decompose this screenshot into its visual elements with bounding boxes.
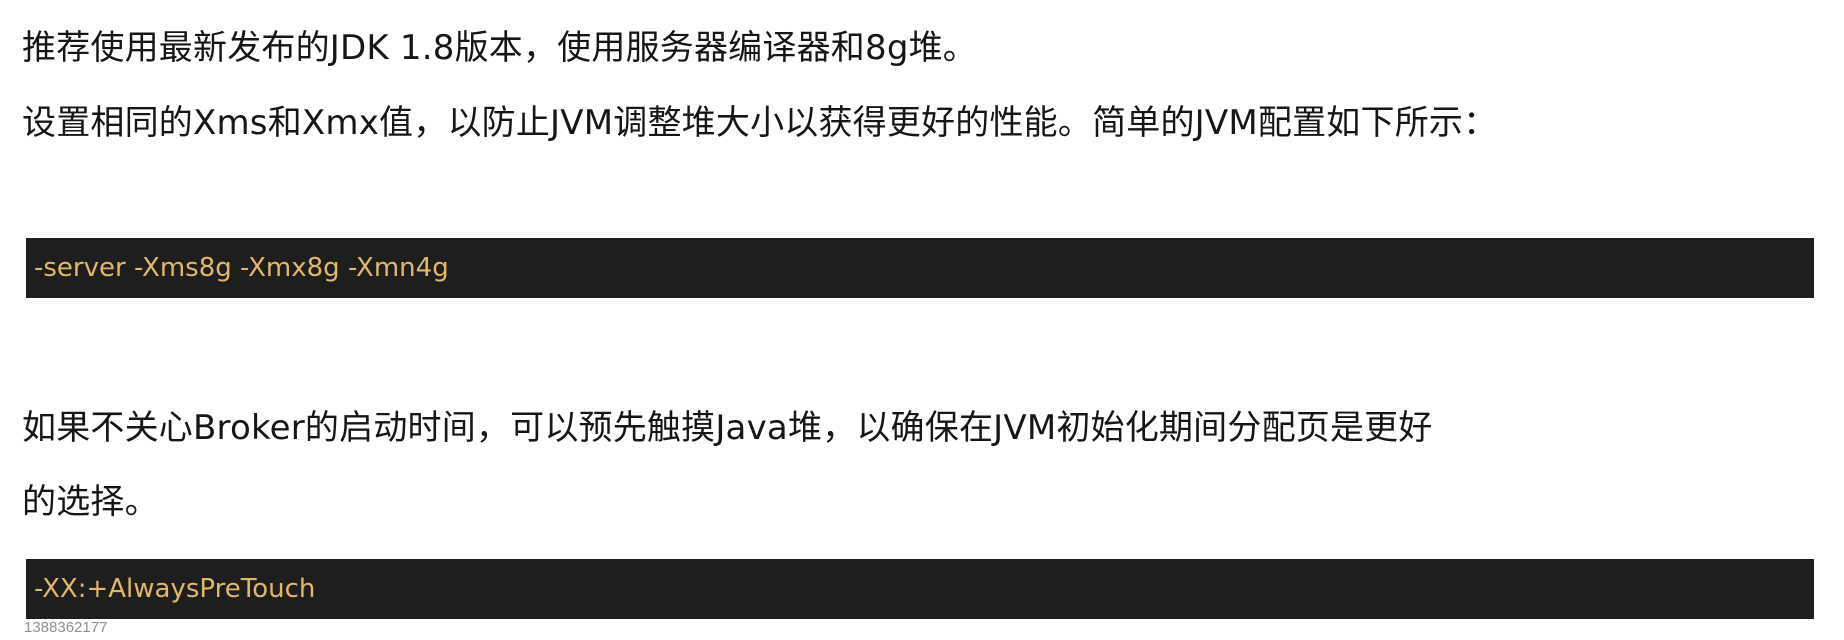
code-pretouch: -XX:+AlwaysPreTouch (34, 574, 316, 604)
watermark-text: 1388362177 (24, 619, 108, 636)
paragraph-xms-xmx: 设置相同的Xms和Xmx值，以防止JVM调整堆大小以获得更好的性能。简单的JVM… (22, 103, 1498, 143)
paragraph-jdk-recommendation: 推荐使用最新发布的JDK 1.8版本，使用服务器编译器和8g堆。 (22, 28, 977, 68)
code-jvm-config: -server -Xms8g -Xmx8g -Xmn4g (34, 253, 449, 283)
code-block-jvm-config: -server -Xms8g -Xmx8g -Xmn4g (26, 238, 1814, 298)
code-block-pretouch: -XX:+AlwaysPreTouch (26, 559, 1814, 619)
paragraph-pretouch: 如果不关心Broker的启动时间，可以预先触摸Java堆，以确保在JVM初始化期… (22, 408, 1433, 448)
paragraph-pretouch-continued: 的选择。 (22, 482, 159, 522)
